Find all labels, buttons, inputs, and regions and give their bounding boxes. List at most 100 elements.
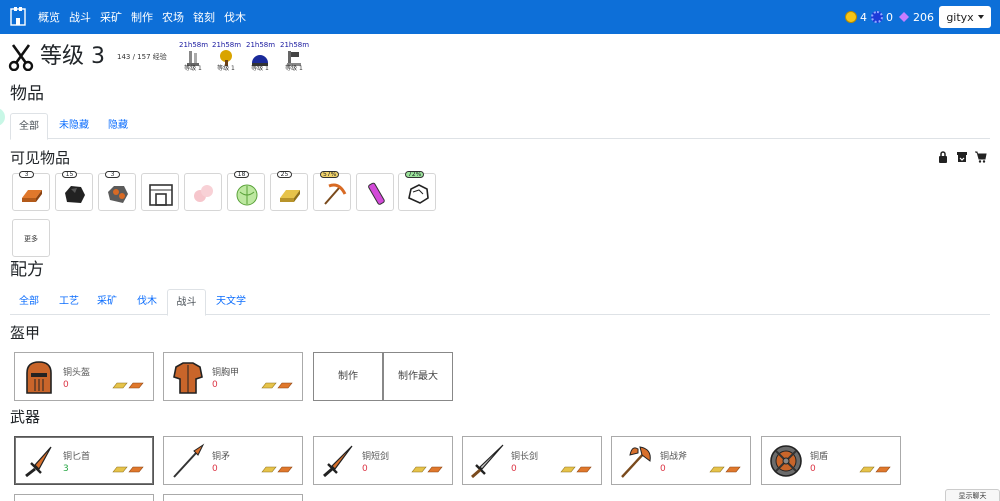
item-coal[interactable]: 15 [55,171,93,211]
xp-progress-text: 143 / 157 经验 [117,53,167,61]
materials-bars-icon [560,466,592,473]
copper-chestplate-icon [173,362,203,394]
recipe-name: 铜矛 [212,452,231,462]
item-cabbage[interactable]: 18 [227,171,265,211]
recipe-name: 铜胸甲 [212,368,240,378]
tab-items-unhidden[interactable]: 未隐藏 [54,113,94,139]
recipe-copper-helmet[interactable]: 铜头盔 0 [14,352,154,401]
nav-crafting[interactable]: 制作 [131,9,153,25]
item-copper-bar[interactable]: 3 [12,171,50,211]
gold-value: 4 [860,10,867,24]
item-quantity-badge: 72% [405,171,425,178]
tab-recipes-woodcutting[interactable]: 伐木 [132,289,162,315]
recipe-name: 铜短剑 [362,452,390,462]
castle-logo-icon[interactable] [9,7,27,27]
items-tabs: 全部 未隐藏 隐藏 [10,113,990,140]
recipe-copper-spear[interactable]: 铜矛 0 [163,436,303,485]
username: gityx [946,10,974,24]
buff-astronomy[interactable]: 21h58m 等级 1 [246,41,275,72]
nav-woodcutting[interactable]: 伐木 [224,9,246,25]
copper-spear-icon [173,443,205,478]
buff-woodcutting[interactable]: 21h58m 等级 1 [212,41,241,72]
tab-recipes-combat[interactable]: 战斗 [167,289,206,316]
scissors-icon [8,44,34,71]
item-cotton[interactable] [184,173,222,211]
recipe-name: 铜盾 [810,452,829,462]
recipe-count: 0 [660,464,666,474]
tab-recipes-astronomy[interactable]: 天文学 [213,289,249,315]
user-menu-button[interactable]: gityx [939,6,991,28]
crystal-counter: 206 [898,0,934,34]
recipe-count: 3 [63,464,69,474]
copper-ore-icon [108,186,128,203]
recipe-copper-longsword[interactable]: 铜长剑 0 [462,436,602,485]
recipe-copper-battleaxe[interactable]: 铜战斧 0 [611,436,751,485]
materials-bars-icon [261,466,293,473]
gold-coin-icon [845,11,857,23]
archive-icon[interactable] [956,151,968,163]
item-quantity-badge: 3 [19,171,34,178]
craft-max-button[interactable]: 制作最大 [383,352,453,401]
copper-dagger-icon [25,446,52,478]
copper-shield-icon [770,445,802,477]
buff-level: 等级 1 [217,65,235,72]
item-potion-tube[interactable] [356,173,394,211]
item-quantity-badge: 57% [320,171,340,178]
recipe-copper-shortsword[interactable]: 铜短剑 0 [313,436,453,485]
crystal-value: 206 [913,10,934,24]
stone-icon [408,184,429,204]
gem-value: 0 [886,10,893,24]
item-furnace[interactable] [141,173,179,211]
coal-icon [65,186,85,203]
show-chat-button[interactable]: 显示聊天 [945,489,1000,501]
tab-recipes-crafting[interactable]: 工艺 [54,289,84,315]
tab-recipes-all[interactable]: 全部 [10,289,48,315]
recipes-heading: 配方 [10,260,44,280]
cart-icon[interactable] [975,151,987,163]
recipe-name: 铜长剑 [511,452,539,462]
skill-level-title: 等级 3 [40,44,105,69]
tab-items-all[interactable]: 全部 [10,113,48,140]
armor-heading: 盔甲 [10,324,41,342]
nav-mining[interactable]: 采矿 [100,9,122,25]
item-copper-ore[interactable]: 3 [98,171,136,211]
cabbage-icon [236,184,258,206]
tab-recipes-mining[interactable]: 采矿 [92,289,122,315]
copper-helmet-icon [26,361,52,394]
recipe-card-partial[interactable] [163,494,303,501]
buff-mining[interactable]: 21h58m 等级 1 [179,41,208,72]
gem-counter: 0 [871,0,893,34]
item-stone[interactable]: 72% [398,171,436,211]
copper-bar-icon [22,190,42,202]
recipe-name: 铜匕首 [63,452,91,462]
copper-longsword-icon [471,444,504,479]
item-copper-pickaxe[interactable]: 57% [313,171,351,211]
gold-counter: 4 [845,0,867,34]
recipe-count: 0 [511,464,517,474]
recipe-card-partial[interactable] [14,494,154,501]
more-items-button[interactable]: 更多 [12,219,50,257]
recipe-copper-shield[interactable]: 铜盾 0 [761,436,901,485]
nav-inscription[interactable]: 铭刻 [193,9,215,25]
items-heading: 物品 [10,84,44,104]
recipe-name: 铜头盔 [63,368,91,378]
recipe-copper-dagger[interactable]: 铜匕首 3 [14,436,154,485]
item-gold-bar[interactable]: 25 [270,171,308,211]
gold-bar-icon [280,190,300,202]
furnace-icon [149,184,173,206]
tab-items-hidden[interactable]: 隐藏 [102,113,134,139]
lock-icon[interactable] [937,151,949,163]
visible-items-heading: 可见物品 [10,149,71,167]
item-quantity-badge: 15 [62,171,77,178]
recipe-count: 0 [212,380,218,390]
recipe-copper-chestplate[interactable]: 铜胸甲 0 [163,352,303,401]
nav-combat[interactable]: 战斗 [69,9,91,25]
copper-pickaxe-icon [324,183,347,205]
top-navbar: 概览 战斗 采矿 制作 农场 铭刻 伐木 4 0 206 gityx [0,0,1000,34]
buff-crafting[interactable]: 21h58m 等级 1 [280,41,309,72]
nav-overview[interactable]: 概览 [38,9,60,25]
item-quantity-badge: 25 [277,171,292,178]
nav-farming[interactable]: 农场 [162,9,184,25]
craft-button[interactable]: 制作 [313,352,383,401]
crystal-icon [899,12,909,22]
